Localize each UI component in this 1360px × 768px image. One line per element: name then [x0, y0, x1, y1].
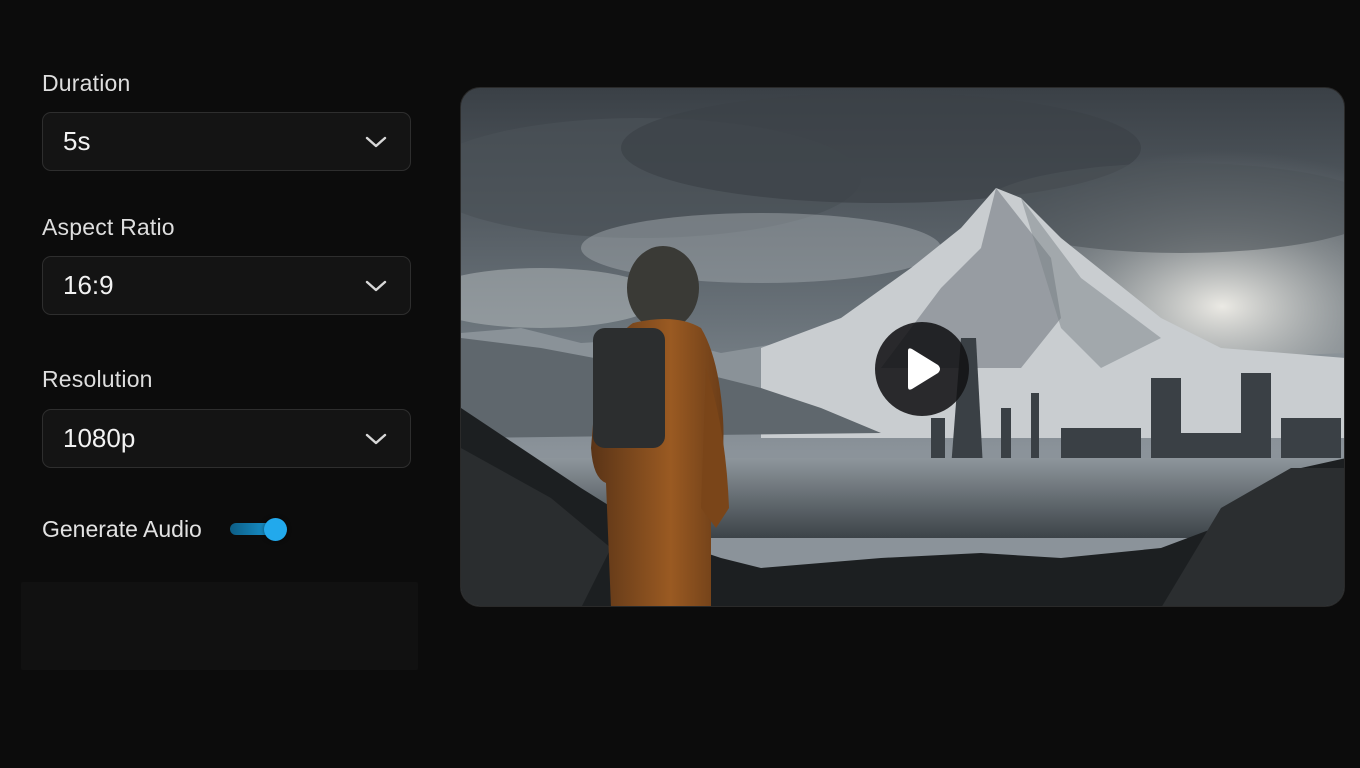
duration-select[interactable]: 5s	[42, 112, 411, 171]
duration-label: Duration	[42, 70, 131, 96]
aspect-ratio-value: 16:9	[63, 270, 114, 300]
chevron-down-icon	[364, 130, 388, 154]
video-generator-page: Duration 5s Aspect Ratio 16:9 Resolution…	[0, 0, 1360, 768]
generate-audio-row: Generate Audio	[42, 512, 288, 546]
play-icon	[902, 347, 942, 391]
resolution-value: 1080p	[63, 423, 136, 453]
aspect-ratio-label: Aspect Ratio	[42, 214, 175, 240]
play-button[interactable]	[875, 322, 969, 416]
aspect-ratio-select[interactable]: 16:9	[42, 256, 411, 315]
generate-audio-toggle[interactable]	[228, 514, 288, 544]
duration-value: 5s	[63, 126, 91, 156]
empty-panel-area	[21, 582, 418, 670]
toggle-knob	[263, 518, 287, 541]
chevron-down-icon	[364, 274, 388, 298]
chevron-down-icon	[364, 427, 388, 451]
generate-audio-label: Generate Audio	[42, 515, 202, 542]
resolution-select[interactable]: 1080p	[42, 409, 411, 468]
resolution-label: Resolution	[42, 366, 153, 392]
video-preview[interactable]	[460, 87, 1345, 607]
